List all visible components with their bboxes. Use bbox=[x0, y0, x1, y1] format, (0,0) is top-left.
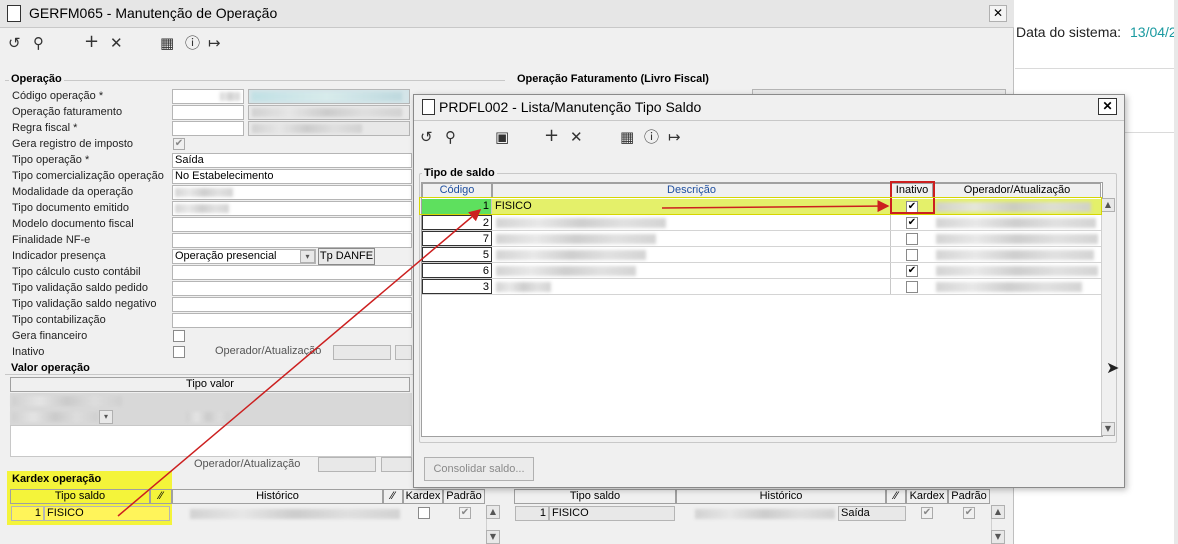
arrow-fisico-to-inativo bbox=[661, 200, 890, 213]
annotation-arrows bbox=[117, 200, 890, 517]
arrow-kardex-to-dialog bbox=[117, 209, 482, 517]
mouse-cursor-icon: ➤ bbox=[1106, 358, 1120, 377]
